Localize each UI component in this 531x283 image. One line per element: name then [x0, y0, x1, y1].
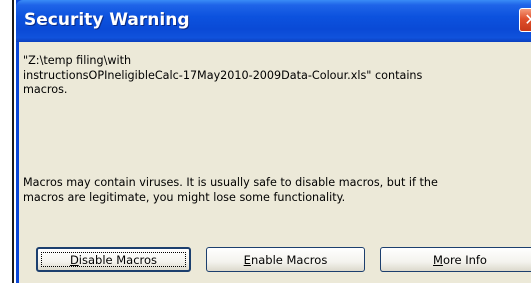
close-button[interactable]: ✕ [519, 8, 531, 32]
enable-accel-key: E [243, 252, 251, 267]
screen: Security Warning ✕ "Z:\temp filing\with … [0, 0, 531, 283]
message-line-2: instructionsOPIneligibleCalc-17May2010-2… [23, 68, 423, 82]
macro-file-message: "Z:\temp filing\with instructionsOPIneli… [23, 54, 523, 98]
enable-label-rest: nable Macros [250, 252, 328, 267]
focus-rectangle [41, 252, 186, 267]
dialog-body: "Z:\temp filing\with instructionsOPIneli… [19, 42, 531, 283]
security-warning-dialog: Security Warning ✕ "Z:\temp filing\with … [16, 0, 531, 283]
disable-macros-button[interactable]: Disable Macros [36, 247, 191, 272]
virus-warning-message: Macros may contain viruses. It is usuall… [23, 176, 523, 205]
more-info-button[interactable]: More Info [380, 247, 531, 272]
background-window-edge [0, 0, 14, 283]
more-info-accel-key: M [433, 252, 443, 267]
dialog-title: Security Warning [24, 10, 190, 30]
enable-macros-button[interactable]: Enable Macros [206, 247, 365, 272]
title-bar[interactable]: Security Warning ✕ [16, 0, 531, 42]
message-line-1: "Z:\temp filing\with [23, 54, 132, 67]
warning-line-2: macros are legitimate, you might lose so… [23, 190, 346, 204]
warning-line-1: Macros may contain viruses. It is usuall… [23, 176, 438, 189]
more-info-label-rest: ore Info [442, 252, 487, 267]
message-line-3: macros. [23, 83, 68, 96]
close-icon: ✕ [524, 10, 531, 29]
